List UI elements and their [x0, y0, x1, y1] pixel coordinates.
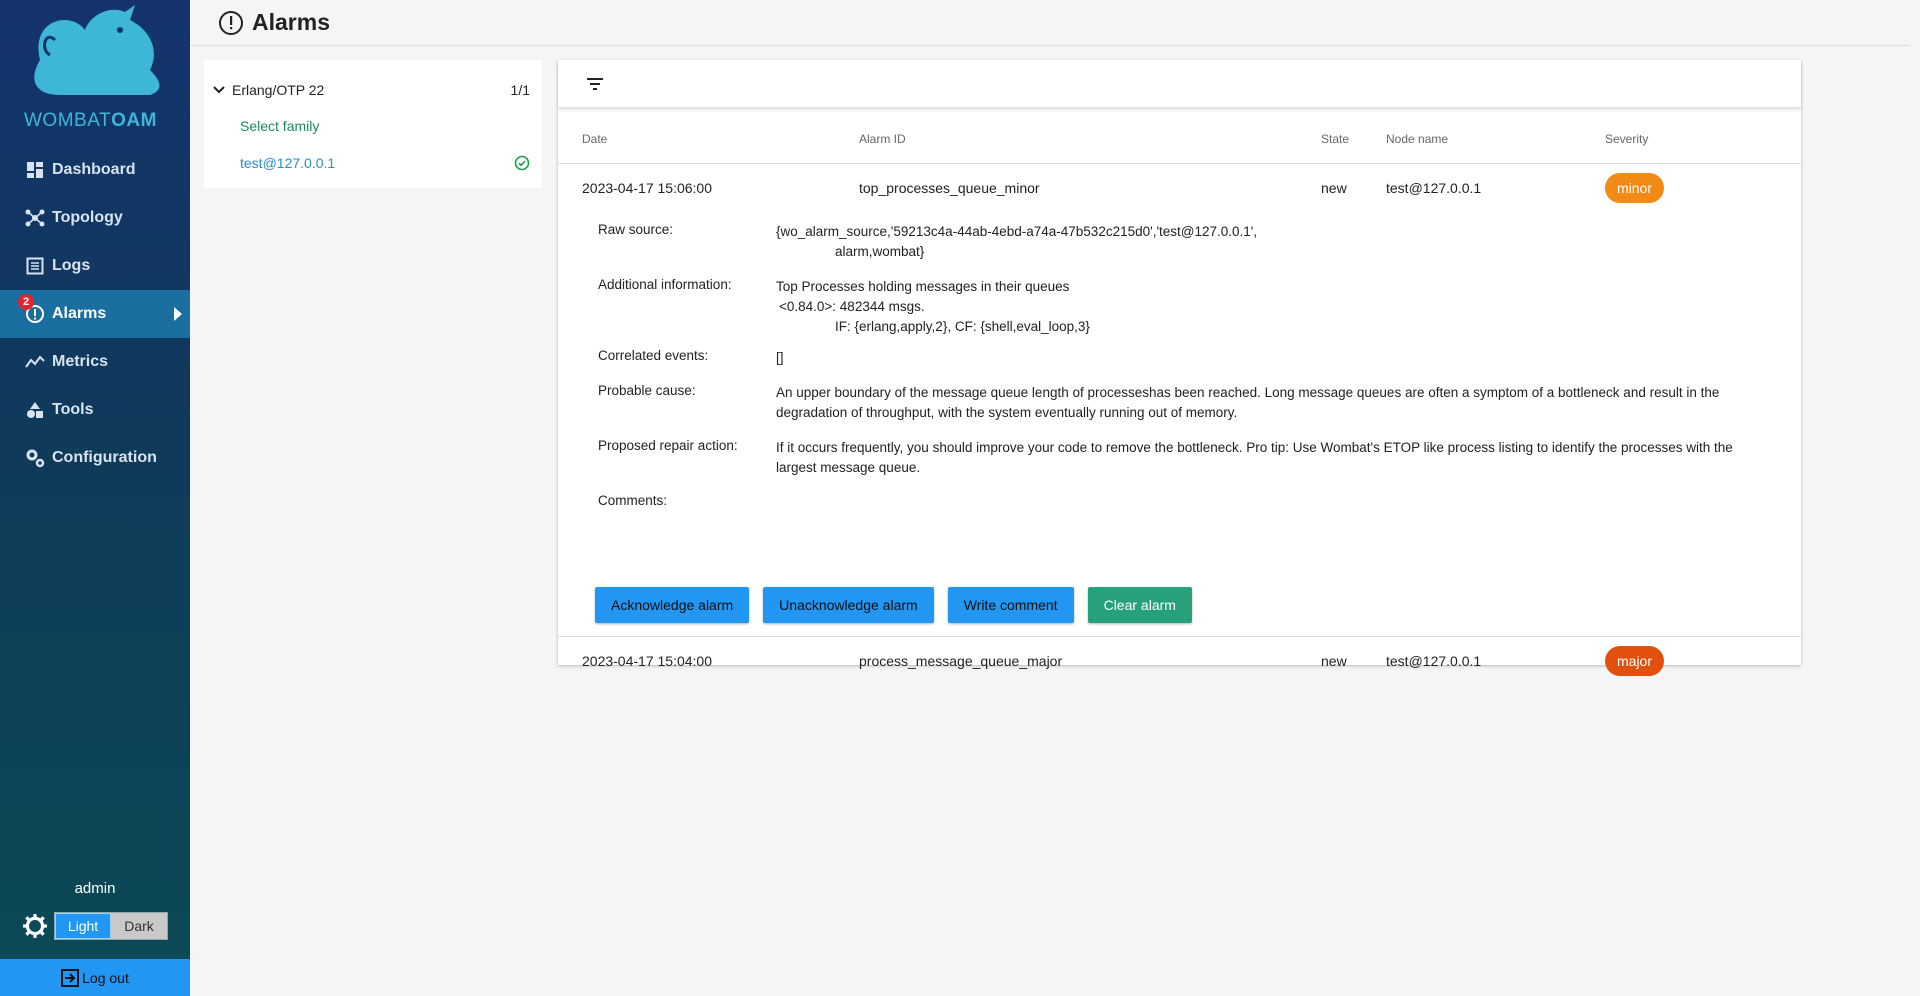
logout-label: Log out [82, 969, 129, 986]
additional-info-value: Top Processes holding messages in their … [776, 277, 1776, 337]
logout-icon [61, 968, 80, 987]
column-header-state[interactable]: State [1321, 132, 1349, 146]
sidebar-item-label: Alarms [52, 305, 107, 322]
alarm-node: test@127.0.0.1 [1386, 653, 1482, 669]
alarm-count-badge: 2 [18, 294, 34, 310]
table-row[interactable]: 2023-04-17 15:04:00 process_message_queu… [558, 637, 1801, 685]
check-circle-icon [514, 155, 530, 171]
page-title: Alarms [252, 9, 330, 35]
raw-source-line: {wo_alarm_source,'59213c4a-44ab-4ebd-a74… [776, 224, 1258, 239]
logs-icon [24, 255, 46, 277]
sidebar-item-topology[interactable]: Topology [0, 194, 190, 242]
additional-info-label: Additional information: [598, 277, 732, 292]
sidebar: WOMBATOAM Dashboard Topology Logs 2 Alar… [0, 0, 190, 996]
sidebar-item-label: Tools [52, 401, 94, 418]
alarm-details: Raw source: {wo_alarm_source,'59213c4a-4… [558, 212, 1801, 637]
additional-info-line: Top Processes holding messages in their … [776, 279, 1070, 294]
additional-info-line: IF: {erlang,apply,2}, CF: {shell,eval_lo… [835, 319, 1090, 334]
gear-icon [23, 914, 47, 938]
alarm-id: process_message_queue_major [859, 653, 1063, 669]
theme-toggle: Light Dark [54, 912, 168, 940]
dashboard-icon [24, 159, 46, 181]
repair-action-value: If it occurs frequently, you should impr… [776, 440, 1733, 475]
theme-dark-button[interactable]: Dark [111, 913, 167, 939]
family-name: Erlang/OTP 22 [232, 82, 325, 98]
alarm-id: top_processes_queue_minor [859, 180, 1040, 196]
sidebar-item-alarms[interactable]: 2 Alarms [0, 290, 190, 338]
column-header-alarm-id[interactable]: Alarm ID [859, 132, 906, 146]
acknowledge-alarm-button[interactable]: Acknowledge alarm [595, 587, 750, 623]
severity-badge: major [1605, 646, 1665, 676]
alarm-node: test@127.0.0.1 [1386, 180, 1482, 196]
sidebar-item-metrics[interactable]: Metrics [0, 338, 190, 386]
topology-icon [24, 207, 46, 229]
column-header-date[interactable]: Date [582, 132, 607, 146]
filter-icon[interactable] [584, 73, 606, 95]
correlated-events-value: [] [776, 350, 784, 365]
theme-switcher: Light Dark [22, 912, 168, 940]
severity-badge: minor [1605, 173, 1665, 203]
alarm-date: 2023-04-17 15:06:00 [582, 180, 712, 196]
clear-alarm-button[interactable]: Clear alarm [1087, 587, 1192, 623]
raw-source-label: Raw source: [598, 222, 674, 237]
correlated-events-label: Correlated events: [598, 348, 709, 363]
raw-source-value: {wo_alarm_source,'59213c4a-44ab-4ebd-a74… [776, 222, 1776, 262]
logout-button[interactable]: Log out [0, 959, 190, 996]
sidebar-nav: Dashboard Topology Logs 2 Alarms Metrics… [0, 146, 190, 482]
sidebar-item-label: Configuration [52, 449, 157, 466]
sidebar-item-label: Dashboard [52, 161, 136, 178]
select-family-link[interactable]: Select family [240, 118, 319, 134]
username: admin [74, 880, 116, 897]
additional-info-line: <0.84.0>: 482344 msgs. [779, 299, 925, 314]
alarm-state: new [1321, 653, 1347, 669]
family-group[interactable]: Erlang/OTP 22 1/1 [212, 82, 530, 98]
raw-source-line: alarm,wombat} [835, 244, 925, 259]
sidebar-item-configuration[interactable]: Configuration [0, 434, 190, 482]
table-header: Date Alarm ID State Node name Severity [558, 108, 1801, 164]
column-header-severity[interactable]: Severity [1605, 132, 1648, 146]
sidebar-item-logs[interactable]: Logs [0, 242, 190, 290]
write-comment-button[interactable]: Write comment [947, 587, 1074, 623]
unacknowledge-alarm-button[interactable]: Unacknowledge alarm [763, 587, 934, 623]
logo-text: WOMBATOAM [24, 110, 157, 131]
configuration-icon [24, 447, 46, 469]
tree-node-item[interactable]: test@127.0.0.1 [240, 155, 530, 171]
chevron-down-icon [213, 86, 225, 94]
page-header: Alarms [190, 0, 1910, 46]
probable-cause-value: An upper boundary of the message queue l… [776, 385, 1720, 420]
alarm-date: 2023-04-17 15:04:00 [582, 653, 712, 669]
sidebar-item-label: Topology [52, 209, 123, 226]
alarm-icon [219, 10, 243, 35]
alarms-table-panel: Date Alarm ID State Node name Severity 2… [558, 60, 1801, 676]
alarm-state: new [1321, 180, 1347, 196]
comments-label: Comments: [598, 493, 668, 508]
repair-action-label: Proposed repair action: [598, 438, 738, 453]
sidebar-item-dashboard[interactable]: Dashboard [0, 146, 190, 194]
table-toolbar [558, 60, 1801, 108]
table-row[interactable]: 2023-04-17 15:06:00 top_processes_queue_… [558, 164, 1801, 212]
probable-cause-label: Probable cause: [598, 383, 696, 398]
sidebar-item-tools[interactable]: Tools [0, 386, 190, 434]
column-header-node-name[interactable]: Node name [1386, 132, 1448, 146]
chevron-right-icon [174, 307, 182, 321]
family-count: 1/1 [510, 82, 530, 98]
tools-icon [24, 399, 46, 421]
wombat-logo: WOMBATOAM [0, 0, 190, 140]
metrics-icon [24, 351, 46, 373]
sidebar-item-label: Metrics [52, 353, 109, 370]
sidebar-item-label: Logs [52, 257, 91, 274]
node-name: test@127.0.0.1 [240, 155, 336, 171]
node-tree-panel: Erlang/OTP 22 1/1 Select family test@127… [204, 60, 542, 188]
alarm-actions: Acknowledge alarm Unacknowledge alarm Wr… [595, 587, 1206, 623]
theme-light-button[interactable]: Light [55, 913, 111, 939]
